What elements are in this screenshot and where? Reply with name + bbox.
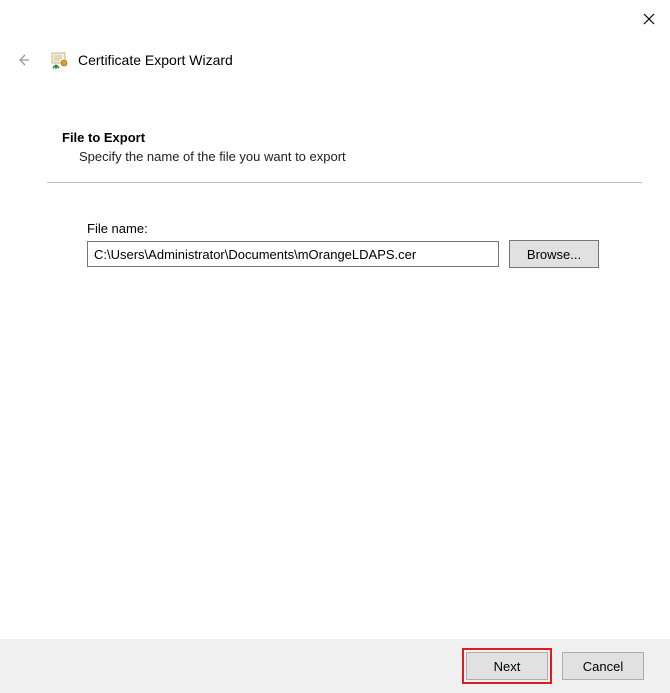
file-input-row: Browse... — [87, 240, 642, 268]
cancel-button[interactable]: Cancel — [562, 652, 644, 680]
wizard-title: Certificate Export Wizard — [78, 52, 233, 68]
close-icon[interactable] — [642, 12, 656, 26]
titlebar — [0, 0, 670, 36]
certificate-icon — [50, 50, 70, 70]
back-arrow-icon[interactable] — [14, 51, 32, 69]
browse-button[interactable]: Browse... — [509, 240, 599, 268]
file-field-block: File name: Browse... — [87, 221, 642, 268]
section-subtext: Specify the name of the file you want to… — [79, 149, 642, 164]
footer-bar: Next Cancel — [0, 639, 670, 693]
section-heading: File to Export — [62, 130, 642, 145]
wizard-header: Certificate Export Wizard — [14, 50, 233, 70]
file-name-input[interactable] — [87, 241, 499, 267]
divider — [47, 182, 642, 183]
file-name-label: File name: — [87, 221, 642, 236]
next-button-highlight: Next — [462, 648, 552, 684]
next-button[interactable]: Next — [466, 652, 548, 680]
content-area: File to Export Specify the name of the f… — [47, 130, 642, 268]
